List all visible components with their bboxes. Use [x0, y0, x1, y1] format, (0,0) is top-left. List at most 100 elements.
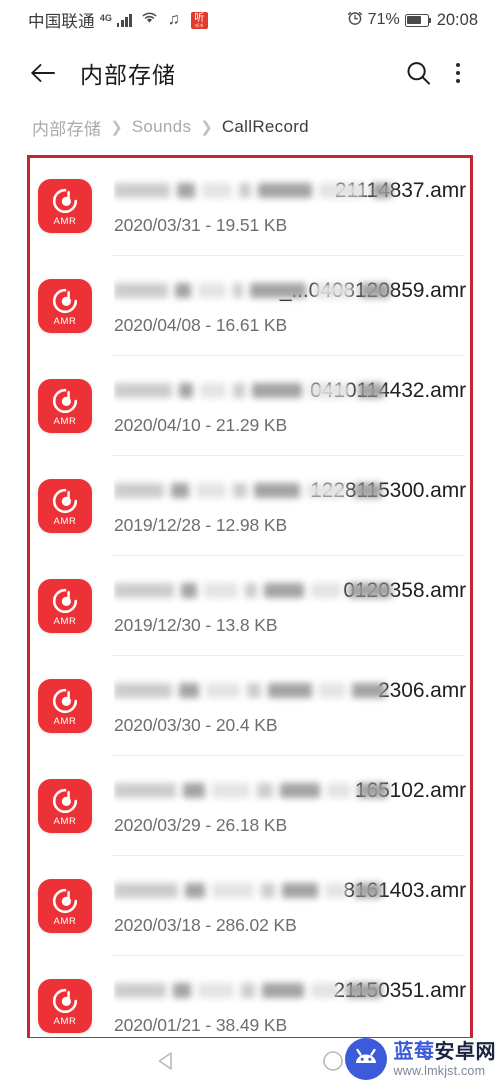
file-row[interactable]: AMR 165102.amr 2020/03/29 - 26.18 KB — [30, 756, 470, 856]
more-vertical-icon — [455, 62, 461, 84]
amr-file-icon: AMR — [38, 579, 92, 633]
audio-disc-icon — [52, 888, 78, 914]
file-info: 165102.amr 2020/03/29 - 26.18 KB — [114, 776, 470, 836]
amr-icon-label: AMR — [53, 316, 77, 327]
file-meta: 2020/04/10 - 21.29 KB — [114, 415, 288, 435]
breadcrumb-item-root[interactable]: 内部存储 — [32, 115, 101, 140]
redacted-filename-blur — [114, 178, 392, 203]
ting-app-glyph: 听 — [194, 12, 205, 24]
nav-home-icon — [323, 1050, 343, 1071]
redacted-filename-blur — [114, 778, 388, 803]
file-name: 2306.amr — [378, 679, 466, 702]
amr-icon-label: AMR — [53, 516, 77, 527]
redacted-filename-blur — [114, 378, 384, 403]
file-info: 0120358.amr 2019/12/30 - 13.8 KB — [114, 576, 470, 636]
file-name-line: 0410114432.amr — [114, 376, 466, 406]
file-info: 1228115300.amr 2019/12/28 - 12.98 KB — [114, 476, 470, 536]
file-meta: 2020/03/29 - 26.18 KB — [114, 815, 288, 835]
audio-disc-icon — [52, 388, 78, 414]
battery-icon — [404, 13, 432, 27]
redacted-filename-blur — [114, 478, 382, 503]
amr-icon-label: AMR — [53, 416, 77, 427]
file-name-line: 8161403.amr — [114, 876, 466, 906]
nav-back-button[interactable] — [143, 1042, 191, 1080]
app-bar: 内部存储 — [0, 40, 500, 106]
file-info: 8161403.amr 2020/03/18 - 286.02 KB — [114, 876, 470, 936]
search-button[interactable] — [398, 53, 438, 93]
file-meta: 2020/03/31 - 19.51 KB — [114, 215, 288, 235]
file-row[interactable]: AMR 0120358.amr 2019/12/30 - 13.8 KB — [30, 556, 470, 656]
audio-disc-icon — [52, 788, 78, 814]
amr-file-icon: AMR — [38, 479, 92, 533]
chevron-right-icon: ❯ — [200, 119, 213, 136]
page-title: 内部存储 — [80, 63, 176, 89]
amr-icon-label: AMR — [53, 216, 77, 227]
file-name-line: 0120358.amr — [114, 576, 466, 606]
amr-icon-label: AMR — [53, 916, 77, 927]
file-row[interactable]: AMR 21150351.amr 2020/01/21 - 38.49 KB — [30, 956, 470, 1038]
amr-file-icon: AMR — [38, 179, 92, 233]
file-meta: 2019/12/30 - 13.8 KB — [114, 615, 278, 635]
amr-file-icon: AMR — [38, 679, 92, 733]
amr-icon-label: AMR — [53, 816, 77, 827]
breadcrumb-item-callrecord[interactable]: CallRecord — [222, 117, 309, 137]
nav-back-icon — [158, 1051, 172, 1070]
file-info: 2306.amr 2020/03/30 - 20.4 KB — [114, 676, 470, 736]
amr-file-icon: AMR — [38, 779, 92, 833]
audio-disc-icon — [52, 488, 78, 514]
watermark-text: 蓝莓安卓网 www.lmkjst.com — [394, 1041, 497, 1078]
file-name-line: 21150351.amr — [114, 976, 466, 1006]
audio-disc-icon — [52, 188, 78, 214]
amr-file-icon: AMR — [38, 979, 92, 1033]
redacted-filename-blur — [114, 578, 392, 603]
audio-disc-icon — [52, 688, 78, 714]
file-name-line: 165102.amr — [114, 776, 466, 806]
search-icon — [407, 61, 430, 85]
carrier-label: 中国联通 — [28, 12, 95, 31]
amr-file-icon: AMR — [38, 379, 92, 433]
file-name-line: 1228115300.amr — [114, 476, 466, 506]
clock-label: 20:08 — [436, 10, 478, 29]
battery-percent-label: 71% — [367, 11, 400, 28]
ting-app-subglyph: 听书 — [195, 22, 204, 28]
file-row[interactable]: AMR 1228115300.amr 2019/12/28 - 12.98 KB — [30, 456, 470, 556]
file-info: _...0408120859.amr 2020/04/08 - 16.61 KB — [114, 276, 470, 336]
music-note-icon: ♫ — [167, 11, 180, 28]
amr-file-icon: AMR — [38, 879, 92, 933]
site-watermark: 蓝莓安卓网 www.lmkjst.com — [344, 1038, 497, 1080]
watermark-url: www.lmkjst.com — [393, 1063, 486, 1078]
file-info: 21150351.amr 2020/01/21 - 38.49 KB — [114, 976, 470, 1036]
network-type-label: 4G — [99, 13, 112, 23]
redacted-filename-blur — [114, 278, 390, 303]
file-row[interactable]: AMR 2306.amr 2020/03/30 - 20.4 KB — [30, 656, 470, 756]
file-row[interactable]: AMR _...0408120859.amr 2020/04/08 - 16.61 … — [30, 256, 470, 356]
amr-icon-label: AMR — [53, 716, 77, 727]
file-info: 21114837.amr 2020/03/31 - 19.51 KB — [114, 176, 470, 236]
file-name-line: _...0408120859.amr — [114, 276, 466, 306]
file-row[interactable]: AMR 0410114432.amr 2020/04/10 - 21.29 KB — [30, 356, 470, 456]
android-mascot-icon — [344, 1038, 387, 1080]
overflow-menu-button[interactable] — [438, 53, 478, 93]
file-info: 0410114432.amr 2020/04/10 - 21.29 KB — [114, 376, 470, 436]
file-meta: 2020/03/18 - 286.02 KB — [114, 915, 297, 935]
file-row[interactable]: AMR 21114837.amr 2020/03/31 - 19.51 KB — [30, 156, 470, 256]
breadcrumb-item-sounds[interactable]: Sounds — [132, 117, 191, 137]
file-name-line: 21114837.amr — [114, 176, 466, 206]
status-bar: 中国联通 4G ♫ 听 听书 71% 20:08 — [0, 0, 500, 40]
status-bar-right: 71% 20:08 — [347, 10, 478, 31]
amr-file-icon: AMR — [38, 279, 92, 333]
file-row[interactable]: AMR 8161403.amr 2020/03/18 - 286.02 KB — [30, 856, 470, 956]
amr-icon-label: AMR — [53, 616, 77, 627]
file-name-line: 2306.amr — [114, 676, 466, 706]
file-meta: 2020/04/08 - 16.61 KB — [114, 315, 288, 335]
watermark-brand: 蓝莓安卓网 — [394, 1041, 497, 1061]
back-arrow-icon — [31, 64, 55, 82]
chevron-right-icon: ❯ — [110, 119, 123, 136]
file-meta: 2019/12/28 - 12.98 KB — [114, 515, 288, 535]
amr-icon-label: AMR — [53, 1016, 77, 1027]
phone-screen: 中国联通 4G ♫ 听 听书 71% 20:08 内部存储 内部存储 ❯ Sou… — [0, 0, 500, 1083]
file-list[interactable]: AMR 21114837.amr 2020/03/31 - 19.51 KB AMR _… — [30, 156, 470, 1038]
audio-disc-icon — [52, 588, 78, 614]
status-bar-left: 中国联通 4G ♫ 听 听书 — [28, 8, 208, 32]
back-button[interactable] — [26, 56, 60, 90]
